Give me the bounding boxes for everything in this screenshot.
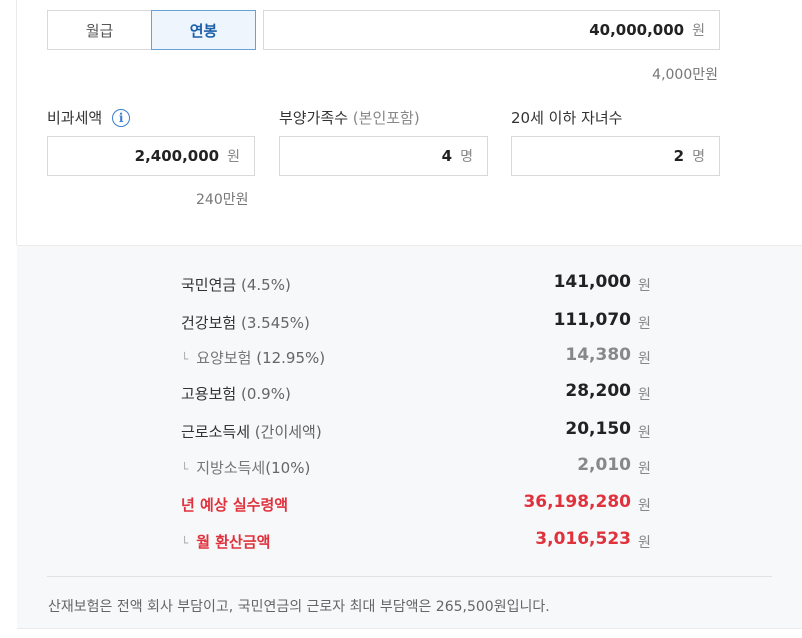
salary-input[interactable]: 40,000,000 원	[263, 10, 720, 50]
result-label: 년 예상 실수령액	[181, 496, 289, 514]
monthly-tab[interactable]: 월급	[47, 10, 152, 50]
result-row-annual-net: 년 예상 실수령액 36,198,280 원	[17, 492, 802, 516]
result-rate: (간이세액)	[254, 423, 322, 441]
result-row-local-tax: └ 지방소득세(10%) 2,010 원	[17, 455, 802, 479]
result-unit: 원	[638, 351, 651, 367]
children-label: 20세 이하 자녀수	[511, 109, 623, 127]
result-panel: 국민연금 (4.5%) 141,000 원 건강보험 (3.545%) 111,…	[17, 245, 802, 628]
result-unit: 원	[638, 535, 651, 551]
nontax-value: 2,400,000	[134, 147, 220, 165]
nontax-label: 비과세액 i	[47, 107, 131, 128]
result-value: 111,070	[553, 310, 631, 330]
sub-item-marker: └	[181, 462, 189, 476]
result-label: └ 지방소득세(10%)	[181, 457, 310, 478]
result-rate: (12.95%)	[256, 349, 326, 367]
panel-border	[16, 0, 17, 245]
footnote: 산재보험은 전액 회사 부담이고, 국민연금의 근로자 최대 부담액은 265,…	[48, 599, 550, 615]
result-label: 근로소득세 (간이세액)	[181, 421, 322, 442]
result-rate: (3.545%)	[240, 314, 310, 332]
salary-unit: 원	[692, 23, 705, 39]
result-value: 20,150	[565, 419, 631, 439]
result-row-longterm-care: └ 요양보험 (12.95%) 14,380 원	[17, 345, 802, 369]
result-label: └ 월 환산금액	[181, 531, 270, 552]
result-label: 국민연금 (4.5%)	[181, 274, 291, 295]
result-row-monthly-net: └ 월 환산금액 3,016,523 원	[17, 529, 802, 553]
result-label-text: 지방소득세	[196, 459, 266, 477]
sub-item-marker: └	[181, 352, 189, 366]
children-value: 2	[673, 147, 685, 165]
result-value: 141,000	[553, 272, 631, 292]
result-row-income-tax: 근로소득세 (간이세액) 20,150 원	[17, 419, 802, 443]
nontax-unit: 원	[227, 149, 240, 165]
result-row-pension: 국민연금 (4.5%) 141,000 원	[17, 272, 802, 296]
result-label: 건강보험 (3.545%)	[181, 312, 310, 333]
result-label-text: 건강보험	[181, 314, 237, 332]
children-unit: 명	[692, 149, 705, 165]
result-value: 36,198,280	[523, 492, 631, 512]
dependents-input[interactable]: 4 명	[279, 136, 488, 176]
salary-value: 40,000,000	[589, 21, 685, 39]
dependents-unit: 명	[460, 149, 473, 165]
result-value: 2,010	[577, 455, 631, 475]
result-value: 14,380	[565, 345, 631, 365]
result-rate: (4.5%)	[240, 276, 291, 294]
dependents-label-paren: (본인포함)	[352, 109, 420, 127]
result-label: └ 요양보험 (12.95%)	[181, 347, 325, 368]
dependents-label-text: 부양가족수	[279, 109, 349, 127]
result-label-text: 고용보험	[181, 385, 237, 403]
result-label-text: 요양보험	[196, 349, 252, 367]
result-unit: 원	[638, 498, 651, 514]
pay-type-toggle: 월급 연봉	[47, 10, 257, 50]
result-divider	[47, 576, 772, 577]
result-row-employment: 고용보험 (0.9%) 28,200 원	[17, 381, 802, 405]
result-rate: (10%)	[265, 459, 311, 477]
result-label-text: 국민연금	[181, 276, 237, 294]
bottom-border	[17, 628, 802, 629]
result-unit: 원	[638, 387, 651, 403]
result-unit: 원	[638, 461, 651, 477]
result-unit: 원	[638, 425, 651, 441]
result-label-text: 근로소득세	[181, 423, 251, 441]
salary-hint: 4,000만원	[652, 67, 718, 83]
result-unit: 원	[638, 316, 651, 332]
result-rate: (0.9%)	[240, 385, 291, 403]
result-row-health: 건강보험 (3.545%) 111,070 원	[17, 310, 802, 334]
result-label-text: 월 환산금액	[196, 533, 271, 551]
result-value: 28,200	[565, 381, 631, 401]
nontax-label-text: 비과세액	[47, 109, 103, 127]
dependents-value: 4	[441, 147, 453, 165]
dependents-label: 부양가족수 (본인포함)	[279, 107, 420, 128]
nontax-input[interactable]: 2,400,000 원	[47, 136, 255, 176]
result-label: 고용보험 (0.9%)	[181, 383, 291, 404]
children-input[interactable]: 2 명	[511, 136, 720, 176]
input-panel: 월급 연봉 40,000,000 원 4,000만원 비과세액 i 부양가족수 (…	[0, 0, 802, 245]
annual-tab[interactable]: 연봉	[151, 10, 256, 50]
result-value: 3,016,523	[535, 529, 631, 549]
sub-item-marker: └	[181, 536, 189, 550]
result-unit: 원	[638, 278, 651, 294]
info-icon[interactable]: i	[112, 109, 131, 127]
nontax-hint: 240만원	[196, 192, 249, 208]
